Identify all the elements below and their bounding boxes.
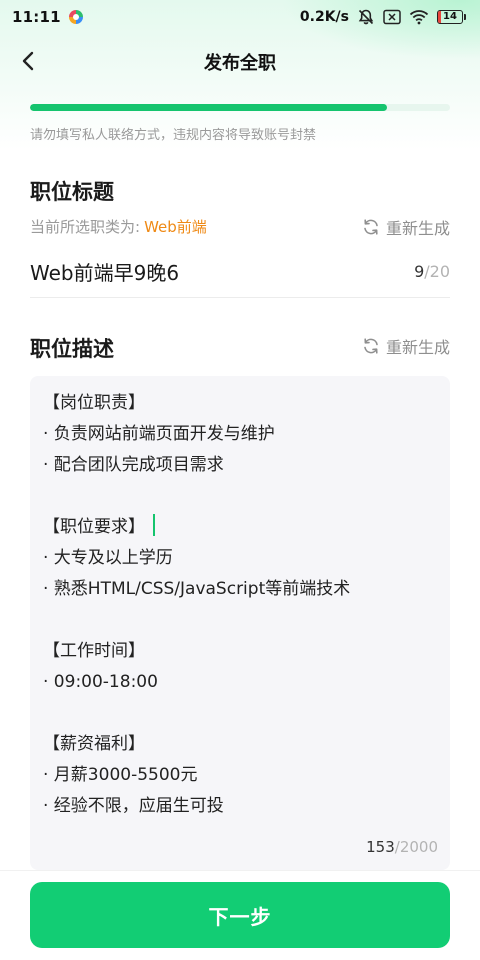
battery-icon: 14 xyxy=(437,10,466,25)
refresh-icon xyxy=(364,338,378,354)
desc-line: 【薪资福利】 xyxy=(43,729,436,760)
regenerate-label: 重新生成 xyxy=(385,338,450,357)
desc-line-text: · 经验不限，应届生可投 xyxy=(43,796,224,816)
regenerate-label: 重新生成 xyxy=(385,219,450,238)
desc-line: 【岗位职责】 xyxy=(43,388,436,419)
desc-line: · 配合团队完成项目需求 xyxy=(43,450,436,481)
desc-line-text: · 大专及以上学历 xyxy=(43,548,173,568)
desc-line-text: · 熟悉HTML/CSS/JavaScript等前端技术 xyxy=(43,579,351,599)
desc-line: 【职位要求】 xyxy=(43,512,436,543)
job-title-heading: 职位标题 xyxy=(30,180,114,204)
desc-line: · 大专及以上学历 xyxy=(43,543,436,574)
job-desc-heading: 职位描述 xyxy=(30,337,114,361)
desc-max: /2000 xyxy=(394,838,438,856)
title-max: /20 xyxy=(424,261,450,281)
desc-line-text: 【薪资福利】 xyxy=(43,734,145,754)
title-count: 9 xyxy=(414,261,425,281)
category-label: 当前所选职类为: xyxy=(30,218,141,236)
status-bar: 11:11 0.2K/s 14 xyxy=(0,0,480,34)
bell-muted-icon xyxy=(357,8,375,26)
desc-line: · 熟悉HTML/CSS/JavaScript等前端技术 xyxy=(43,574,436,605)
app-icon xyxy=(68,10,83,24)
text-cursor xyxy=(153,514,155,536)
wifi-icon xyxy=(409,9,429,25)
back-button[interactable] xyxy=(14,46,44,76)
job-title-input[interactable]: Web前端早9晚6 9/20 xyxy=(30,256,450,286)
desc-line: · 09:00-18:00 xyxy=(43,667,436,698)
close-box-icon xyxy=(383,9,401,25)
desc-line-text: 【职位要求】 xyxy=(43,517,145,537)
desc-line: · 经验不限，应届生可投 xyxy=(43,791,436,822)
refresh-icon xyxy=(364,219,378,235)
title-char-counter: 9/20 xyxy=(414,262,450,281)
desc-line: · 负责网站前端页面开发与维护 xyxy=(43,419,436,450)
desc-line xyxy=(43,698,436,729)
page-title: 发布全职 xyxy=(204,53,276,74)
network-speed: 0.2K/s xyxy=(299,9,349,25)
desc-line-text: · 月薪3000-5500元 xyxy=(43,765,198,785)
desc-regenerate-button[interactable]: 重新生成 xyxy=(362,334,450,358)
desc-line xyxy=(43,481,436,512)
desc-line xyxy=(43,605,436,636)
progress-fill xyxy=(30,104,387,111)
desc-line: · 月薪3000-5500元 xyxy=(43,760,436,791)
desc-line-text: · 09:00-18:00 xyxy=(43,672,158,692)
next-step-button[interactable]: 下一步 xyxy=(30,882,450,948)
desc-count: 153 xyxy=(366,838,395,856)
progress-bar xyxy=(30,104,450,111)
warning-text: 请勿填写私人联络方式，违规内容将导致账号封禁 xyxy=(30,128,317,143)
battery-level: 14 xyxy=(443,11,457,22)
desc-line: 【工作时间】 xyxy=(43,636,436,667)
title-regenerate-button[interactable]: 重新生成 xyxy=(362,215,450,239)
category-line: 当前所选职类为: Web前端 xyxy=(30,216,207,237)
desc-line-text: 【工作时间】 xyxy=(43,641,145,661)
desc-line-text: · 负责网站前端页面开发与维护 xyxy=(43,424,275,444)
status-time: 11:11 xyxy=(12,8,61,26)
desc-line-text: · 配合团队完成项目需求 xyxy=(43,455,224,475)
job-title-value: Web前端早9晚6 xyxy=(30,260,180,285)
category-value[interactable]: Web前端 xyxy=(144,218,207,236)
nav-bar: 发布全职 xyxy=(0,36,480,88)
job-desc-textarea[interactable]: 【岗位职责】 · 负责网站前端页面开发与维护 · 配合团队完成项目需求 【职位要求】 ·… xyxy=(30,376,450,870)
desc-line-text: 【岗位职责】 xyxy=(43,393,145,413)
back-arrow-icon xyxy=(22,51,34,71)
desc-lines: 【岗位职责】 · 负责网站前端页面开发与维护 · 配合团队完成项目需求 【职位要求】 ·… xyxy=(43,388,436,822)
desc-char-counter: 153/2000 xyxy=(366,838,438,856)
divider xyxy=(30,297,450,298)
battery-fill xyxy=(438,11,442,23)
